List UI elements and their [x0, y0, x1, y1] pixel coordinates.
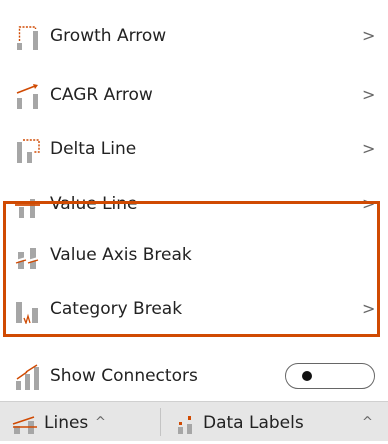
cagr-arrow-icon: [14, 82, 42, 110]
category-break-icon: [14, 296, 42, 324]
menu-item-label: Growth Arrow: [50, 26, 167, 46]
menu-item-label: CAGR Arrow: [50, 85, 153, 105]
value-line-icon: [14, 191, 42, 219]
menu-item-delta-line[interactable]: Delta Line >: [0, 124, 388, 174]
chevron-right-icon: >: [362, 299, 376, 318]
delta-line-icon: [14, 136, 42, 164]
menu-item-cagr-arrow[interactable]: CAGR Arrow >: [0, 70, 388, 120]
data-labels-icon: [175, 413, 201, 435]
value-axis-break-icon: [14, 242, 42, 270]
menu-item-label: Value Axis Break: [50, 245, 192, 265]
chevron-up-icon: ^: [362, 415, 373, 430]
tab-data-labels[interactable]: Data Labels ^: [161, 402, 388, 442]
tab-data-labels-label: Data Labels: [203, 413, 304, 433]
menu-item-label: Category Break: [50, 299, 183, 319]
chevron-right-icon: >: [362, 194, 376, 213]
menu-item-growth-arrow[interactable]: Growth Arrow >: [0, 11, 388, 61]
show-connectors-toggle[interactable]: [285, 363, 375, 389]
menu-item-label: Show Connectors: [50, 366, 198, 386]
menu-item-label: Delta Line: [50, 139, 137, 159]
chevron-right-icon: >: [362, 139, 376, 158]
toggle-knob: [302, 371, 312, 381]
chevron-right-icon: >: [362, 85, 376, 104]
chevron-up-icon: ^: [95, 415, 106, 430]
tab-lines[interactable]: Lines ^: [0, 402, 160, 442]
tab-lines-label: Lines: [44, 413, 89, 433]
menu-item-category-break[interactable]: Category Break >: [0, 284, 388, 334]
connectors-icon: [14, 363, 42, 391]
menu-item-value-axis-break[interactable]: Value Axis Break: [0, 230, 388, 280]
menu-item-label: Value Line: [50, 194, 138, 214]
menu-item-value-line[interactable]: Value Line >: [0, 179, 388, 229]
chevron-right-icon: >: [362, 26, 376, 45]
lines-icon: [12, 413, 38, 435]
bottom-toolbar: Lines ^ Data Labels ^: [0, 401, 388, 441]
growth-arrow-icon: [14, 23, 42, 51]
